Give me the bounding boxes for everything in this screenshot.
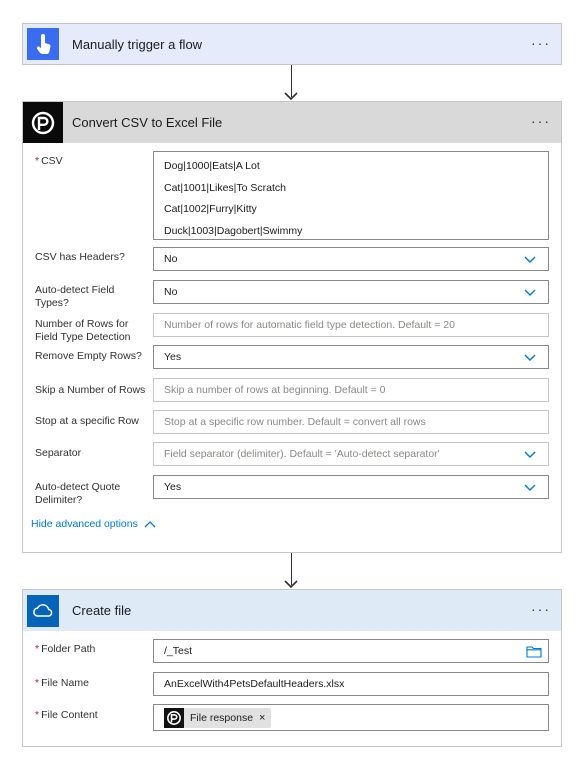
remove-empty-value: Yes: [164, 351, 182, 363]
folder-path-row: * Folder Path /_Test: [35, 639, 555, 665]
file-name-label: * File Name: [35, 677, 89, 689]
remove-empty-dropdown[interactable]: Yes: [153, 345, 549, 369]
remove-empty-label: Remove Empty Rows?: [35, 350, 142, 362]
file-content-label: * File Content: [35, 709, 98, 721]
stop-row-placeholder: Stop at a specific row number. Default =…: [164, 416, 426, 428]
skip-rows-label: Skip a Number of Rows: [35, 384, 146, 396]
more-options-icon[interactable]: ···: [531, 602, 551, 616]
convert-card: Convert CSV to Excel File ··· * CSV Dog|1…: [22, 101, 562, 553]
touch-hand-icon: [27, 28, 59, 60]
csv-line: Cat|1001|Likes|To Scratch: [164, 181, 286, 194]
chevron-down-icon: [524, 451, 536, 458]
separator-placeholder: Field separator (delimiter). Default = '…: [164, 448, 440, 460]
file-name-value: AnExcelWith4PetsDefaultHeaders.xlsx: [164, 678, 345, 690]
csv-label: * CSV: [35, 155, 63, 167]
file-name-input[interactable]: AnExcelWith4PetsDefaultHeaders.xlsx: [153, 672, 549, 696]
file-name-row: * File Name AnExcelWith4PetsDefaultHeader…: [35, 672, 555, 698]
hide-advanced-options-link[interactable]: Hide advanced options: [31, 518, 156, 530]
chevron-down-icon: [524, 484, 536, 491]
csv-row: * CSV Dog|1000|Eats|A Lot Cat|1001|Likes|…: [35, 151, 555, 241]
separator-label: Separator: [35, 447, 82, 459]
convert-card-header[interactable]: Convert CSV to Excel File ···: [23, 102, 561, 143]
trigger-card[interactable]: Manually trigger a flow ···: [22, 23, 562, 65]
skip-rows-input[interactable]: Skip a number of rows at beginning. Defa…: [153, 378, 549, 402]
chevron-down-icon: [524, 354, 536, 361]
trigger-card-header[interactable]: Manually trigger a flow ···: [23, 24, 561, 64]
trigger-title: Manually trigger a flow: [72, 36, 203, 52]
chevron-down-icon: [524, 289, 536, 296]
headers-value: No: [164, 253, 178, 265]
separator-row: Separator Field separator (delimiter). D…: [35, 442, 555, 468]
stop-row-input[interactable]: Stop at a specific row number. Default =…: [153, 410, 549, 434]
headers-label: CSV has Headers?: [35, 251, 125, 263]
remove-empty-row: Remove Empty Rows? Yes: [35, 345, 555, 371]
file-content-row: * File Content File response ×: [35, 704, 555, 732]
create-file-title: Create file: [72, 603, 132, 618]
folder-path-value: /_Test: [164, 645, 193, 657]
auto-detect-types-row: Auto-detect Field Types? No: [35, 280, 555, 309]
stop-row-label: Stop at a specific Row: [35, 415, 139, 427]
quote-delim-dropdown[interactable]: Yes: [153, 475, 549, 499]
auto-detect-types-label: Auto-detect Field Types?: [35, 284, 115, 309]
rows-detection-input[interactable]: Number of rows for automatic field type …: [153, 313, 549, 337]
rows-detection-placeholder: Number of rows for automatic field type …: [164, 319, 455, 331]
more-options-icon[interactable]: ···: [531, 114, 551, 128]
file-content-input[interactable]: File response ×: [153, 704, 549, 731]
folder-path-input[interactable]: /_Test: [153, 639, 549, 663]
skip-rows-placeholder: Skip a number of rows at beginning. Defa…: [164, 384, 386, 396]
create-file-card-header[interactable]: Create file ···: [23, 590, 561, 631]
onedrive-cloud-icon: [27, 594, 59, 627]
csv-line: Duck|1003|Dagobert|Swimmy: [164, 224, 303, 237]
auto-detect-types-value: No: [164, 286, 178, 298]
quote-delim-label: Auto-detect Quote Delimiter?: [35, 481, 121, 506]
arrow-down-icon: [284, 580, 298, 589]
csv-line: Cat|1002|Furry|Kitty: [164, 203, 257, 215]
folder-icon[interactable]: [526, 645, 542, 658]
headers-row: CSV has Headers? No: [35, 247, 555, 273]
chevron-up-icon: [144, 521, 156, 528]
csv-line: Dog|1000|Eats|A Lot: [164, 160, 260, 172]
create-file-card: Create file ··· * Folder Path /_Test * Fil…: [22, 589, 562, 747]
separator-dropdown[interactable]: Field separator (delimiter). Default = '…: [153, 442, 549, 466]
chevron-down-icon: [524, 256, 536, 263]
rows-detection-row: Number of Rows for Field Type Detection …: [35, 313, 555, 343]
headers-dropdown[interactable]: No: [153, 247, 549, 271]
quote-delim-row: Auto-detect Quote Delimiter? Yes: [35, 475, 555, 506]
hide-advanced-label: Hide advanced options: [31, 518, 138, 530]
more-options-icon[interactable]: ···: [531, 36, 551, 50]
dynamic-content-token[interactable]: File response ×: [164, 707, 272, 728]
plumsail-logo-icon: [23, 102, 63, 143]
plumsail-logo-icon: [164, 707, 184, 728]
remove-token-icon[interactable]: ×: [259, 712, 265, 724]
stop-row-row: Stop at a specific Row Stop at a specifi…: [35, 410, 555, 436]
convert-title: Convert CSV to Excel File: [72, 115, 223, 130]
quote-delim-value: Yes: [164, 481, 182, 493]
csv-textarea[interactable]: Dog|1000|Eats|A Lot Cat|1001|Likes|To Sc…: [153, 151, 549, 240]
arrow-down-icon: [284, 92, 298, 101]
rows-detection-label: Number of Rows for Field Type Detection: [35, 318, 131, 343]
skip-rows-row: Skip a Number of Rows Skip a number of r…: [35, 378, 555, 404]
token-label: File response: [190, 711, 254, 724]
auto-detect-types-dropdown[interactable]: No: [153, 280, 549, 304]
folder-path-label: * Folder Path: [35, 643, 96, 655]
